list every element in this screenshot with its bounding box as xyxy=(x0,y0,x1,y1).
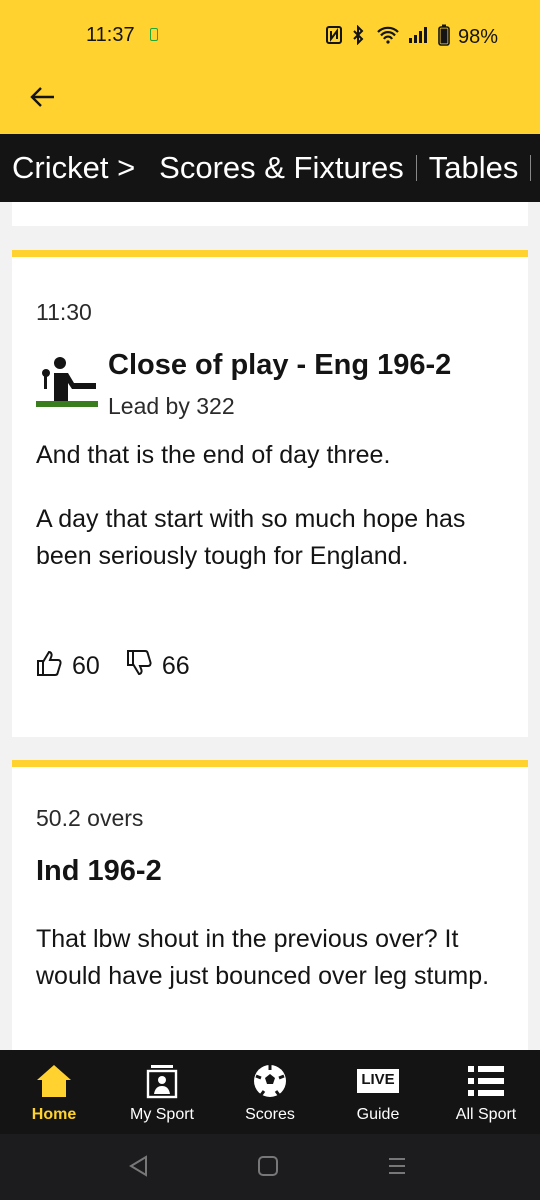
live-icon: LIVE xyxy=(357,1062,399,1100)
battery-percent: 98% xyxy=(457,26,498,48)
dislike-button[interactable]: 66 xyxy=(126,649,190,684)
menu-list-icon xyxy=(468,1062,504,1100)
status-bar: 11:37 98% xyxy=(0,0,540,70)
entry-paragraph: And that is the end of day three. xyxy=(36,441,391,469)
nav-divider xyxy=(530,155,532,181)
football-icon xyxy=(252,1062,288,1100)
bottom-nav-my-sport[interactable]: My Sport xyxy=(108,1050,216,1134)
thumbs-up-icon xyxy=(36,649,62,684)
live-feed[interactable]: 11:30 Close of play - Eng 196-2 Lead by … xyxy=(0,202,540,1050)
app-bar xyxy=(0,70,540,134)
status-time: 11:37 xyxy=(86,24,135,46)
signal-icon xyxy=(408,26,430,49)
previous-card-edge xyxy=(12,202,528,226)
home-icon xyxy=(35,1062,73,1100)
nav-tables[interactable]: Tables xyxy=(417,150,531,186)
my-sport-icon xyxy=(145,1062,179,1100)
bottom-nav-label: Guide xyxy=(356,1106,400,1123)
entry-subline: Lead by 322 xyxy=(108,393,235,419)
nav-scores-fixtures[interactable]: Scores & Fixtures xyxy=(147,150,416,186)
bottom-nav-scores[interactable]: Scores xyxy=(216,1050,324,1134)
entry-paragraph: A day that start with so much hope has b… xyxy=(36,505,466,570)
entry-headline: Ind 196-2 xyxy=(36,855,162,887)
bottom-nav-label: My Sport xyxy=(129,1106,194,1123)
system-nav-bar xyxy=(0,1134,540,1200)
like-count: 60 xyxy=(72,652,100,680)
section-nav: Cricket > Scores & Fixtures Tables xyxy=(0,134,540,202)
bottom-nav-home[interactable]: Home xyxy=(0,1050,108,1134)
bottom-nav: Home My Sport Scores LIVE Guide All Spor… xyxy=(0,1050,540,1134)
charging-icon xyxy=(150,28,158,41)
thumbs-down-icon xyxy=(126,649,152,684)
nfc-icon xyxy=(325,25,342,50)
system-home-icon[interactable] xyxy=(257,1154,279,1183)
live-badge: LIVE xyxy=(357,1069,399,1093)
battery-icon xyxy=(438,24,450,51)
system-back-icon[interactable] xyxy=(128,1154,150,1183)
entry-timestamp: 50.2 overs xyxy=(36,805,144,831)
dislike-count: 66 xyxy=(161,652,190,680)
bottom-nav-all-sport[interactable]: All Sport xyxy=(432,1050,540,1134)
reactions: 60 66 xyxy=(36,649,216,684)
back-arrow-icon[interactable] xyxy=(28,82,58,112)
entry-timestamp: 11:30 xyxy=(36,299,92,325)
nav-cricket[interactable]: Cricket > xyxy=(0,150,147,186)
entry-headline: Close of play - Eng 196-2 xyxy=(108,349,452,381)
wifi-icon xyxy=(376,26,400,49)
like-button[interactable]: 60 xyxy=(36,649,100,684)
status-icons: 98% xyxy=(325,24,498,51)
bluetooth-icon xyxy=(350,24,368,50)
bottom-nav-label: Scores xyxy=(245,1106,295,1123)
system-recents-icon[interactable] xyxy=(386,1154,408,1183)
bottom-nav-guide[interactable]: LIVE Guide xyxy=(324,1050,432,1134)
entry-paragraph: That lbw shout in the previous over? It … xyxy=(36,925,490,990)
live-entry-card: 50.2 overs Ind 196-2 That lbw shout in t… xyxy=(12,760,528,1050)
bottom-nav-label: Home xyxy=(31,1106,77,1123)
bottom-nav-label: All Sport xyxy=(455,1106,517,1123)
cricket-icon xyxy=(36,355,98,416)
live-entry-card: 11:30 Close of play - Eng 196-2 Lead by … xyxy=(12,250,528,737)
